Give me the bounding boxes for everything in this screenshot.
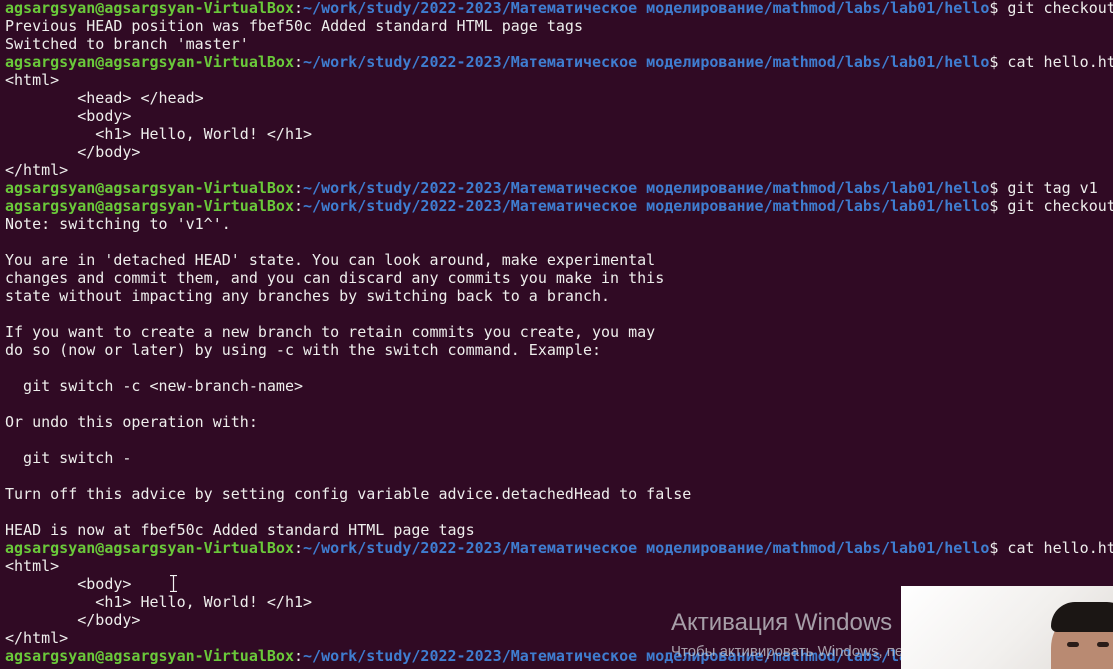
prompt-line: agsargsyan@agsargsyan-VirtualBox:~/work/…	[5, 179, 1113, 197]
command-text: $ cat hello.html	[989, 53, 1113, 71]
output-line: <h1> Hello, World! </h1>	[5, 125, 313, 143]
prompt-separator: :	[293, 179, 304, 197]
prompt-path: ~/work/study/2022-2023/Математическое мо…	[303, 53, 990, 71]
prompt-separator: :	[293, 53, 304, 71]
prompt-separator: :	[293, 197, 304, 215]
output-line: do so (now or later) by using -c with th…	[5, 341, 602, 359]
output-line: If you want to create a new branch to re…	[5, 323, 656, 341]
webcam-person-eye	[1067, 642, 1079, 647]
prompt-user-host: agsargsyan@agsargsyan-VirtualBox	[5, 647, 294, 665]
prompt-line: agsargsyan@agsargsyan-VirtualBox:~/work/…	[5, 53, 1113, 71]
webcam-person-eye	[1097, 642, 1109, 647]
output-line: <html>	[5, 557, 60, 575]
output-line: <body>	[5, 107, 132, 125]
output-line: Or undo this operation with:	[5, 413, 258, 431]
webcam-overlay	[901, 586, 1113, 669]
command-text: $ git tag v1	[989, 179, 1098, 197]
command-text: $ cat hello.html	[989, 539, 1113, 557]
prompt-user-host: agsargsyan@agsargsyan-VirtualBox	[5, 0, 294, 17]
output-line: state without impacting any branches by …	[5, 287, 611, 305]
output-line: Note: switching to 'v1^'.	[5, 215, 231, 233]
output-line: Previous HEAD position was fbef50c Added…	[5, 17, 583, 35]
webcam-person-hair	[1051, 602, 1113, 632]
output-line: Switched to branch 'master'	[5, 35, 249, 53]
prompt-line: agsargsyan@agsargsyan-VirtualBox:~/work/…	[5, 197, 1113, 215]
prompt-user-host: agsargsyan@agsargsyan-VirtualBox	[5, 53, 294, 71]
prompt-separator: :	[293, 647, 304, 665]
output-line: changes and commit them, and you can dis…	[5, 269, 665, 287]
command-text: $ git checkout v1^	[989, 197, 1113, 215]
prompt-user-host: agsargsyan@agsargsyan-VirtualBox	[5, 179, 294, 197]
prompt-path: ~/work/study/2022-2023/Математическое мо…	[303, 0, 990, 17]
output-line: </body>	[5, 143, 141, 161]
prompt-path: ~/work/study/2022-2023/Математическое мо…	[303, 197, 990, 215]
prompt-separator: :	[293, 0, 304, 17]
terminal-output[interactable]: agsargsyan@agsargsyan-VirtualBox:~/work/…	[5, 0, 1113, 665]
output-line: git switch -c <new-branch-name>	[5, 377, 304, 395]
output-line: HEAD is now at fbef50c Added standard HT…	[5, 521, 475, 539]
prompt-separator: :	[293, 539, 304, 557]
prompt-path: ~/work/study/2022-2023/Математическое мо…	[303, 539, 990, 557]
prompt-line: agsargsyan@agsargsyan-VirtualBox:~/work/…	[5, 0, 1113, 17]
command-text: $ git checkout master	[989, 0, 1113, 17]
prompt-user-host: agsargsyan@agsargsyan-VirtualBox	[5, 539, 294, 557]
output-line: You are in 'detached HEAD' state. You ca…	[5, 251, 656, 269]
prompt-user-host: agsargsyan@agsargsyan-VirtualBox	[5, 197, 294, 215]
output-line: Turn off this advice by setting config v…	[5, 485, 692, 503]
prompt-path: ~/work/study/2022-2023/Математическое мо…	[303, 179, 990, 197]
prompt-line: agsargsyan@agsargsyan-VirtualBox:~/work/…	[5, 539, 1113, 557]
output-line: git switch -	[5, 449, 132, 467]
terminal-window[interactable]: agsargsyan@agsargsyan-VirtualBox:~/work/…	[0, 0, 1113, 669]
output-line: <head> </head>	[5, 89, 204, 107]
output-line: <html>	[5, 71, 60, 89]
output-line: </html>	[5, 161, 69, 179]
